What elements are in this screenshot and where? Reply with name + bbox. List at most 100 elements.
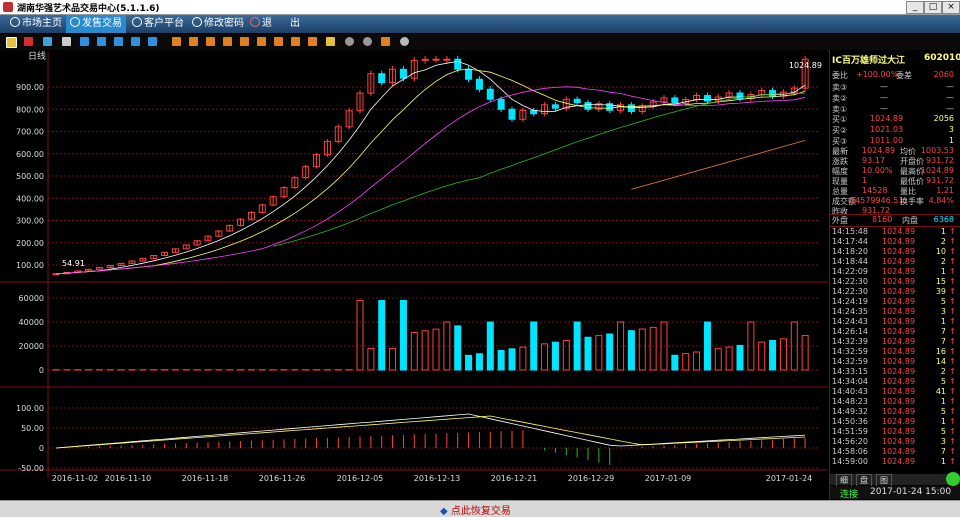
ytick-label: 50.00 [21, 424, 44, 433]
ytick-label: -50.00 [18, 464, 44, 473]
key-icon [192, 17, 202, 27]
candle [476, 79, 482, 89]
restore-icon: ◆ [440, 506, 451, 517]
period-5-icon[interactable] [97, 37, 106, 46]
restore-trade-link[interactable]: ◆ 点此恢复交易 [440, 502, 511, 517]
ytick-label: 60000 [19, 294, 44, 303]
volume-bar [737, 345, 743, 370]
candle [770, 91, 776, 97]
xtick-label: 2016-12-21 [491, 474, 538, 483]
reset-icon[interactable] [381, 37, 390, 46]
note-icon[interactable] [326, 37, 335, 46]
period-60-icon[interactable] [148, 37, 157, 46]
menu-exit-2[interactable]: 出 [286, 15, 304, 33]
menu-bar: 市场主页 发售交易 客户平台 修改密码 退 出 [0, 15, 960, 33]
quote-panel: IC百万雄师过大江 602010 委比 +100.00% 委差 2060 卖③—… [829, 50, 960, 500]
period-1-icon[interactable] [80, 37, 89, 46]
max-price-label: 1024.89 [789, 61, 822, 70]
line-chart-icon[interactable] [24, 37, 33, 46]
window-title: 湖南华强艺术品交易中心(5.1.1.6) [17, 1, 160, 14]
last-icon[interactable] [308, 37, 317, 46]
volume-bar [704, 322, 710, 370]
candle [444, 59, 450, 60]
period-15-icon[interactable] [114, 37, 123, 46]
min-price-label: 54.91 [62, 259, 85, 268]
ytick-label: 0 [39, 444, 44, 453]
ytick-label: 400.00 [16, 194, 44, 203]
globe-icon [10, 17, 20, 27]
datetime: 2017-01-24 15:00 [870, 487, 951, 497]
instrument-header: IC百万雄师过大江 602010 [830, 53, 960, 65]
ytick-label: 100.00 [16, 261, 44, 270]
instrument-name: IC百万雄师过大江 [832, 53, 905, 66]
weibi-row: 委比 +100.00% 委差 2060 [830, 70, 960, 81]
candle [455, 59, 461, 69]
zoom-in-icon[interactable] [345, 37, 354, 46]
menu-change-password[interactable]: 修改密码 [188, 15, 248, 33]
ytick-label: 900.00 [16, 83, 44, 92]
table-icon[interactable] [62, 37, 71, 46]
period-label: 日线 [28, 50, 46, 62]
ytick-label: 600.00 [16, 150, 44, 159]
xtick-label: 2016-11-02 [52, 474, 99, 483]
title-bar: 湖南华强艺术品交易中心(5.1.1.6) _ □ × [0, 0, 960, 15]
ytick-label: 0 [39, 366, 44, 375]
volume-bar [379, 300, 385, 370]
chart-area[interactable]: 日线 100.00200.00300.00400.00500.00600.007… [0, 50, 828, 488]
ytick-label: 500.00 [16, 172, 44, 181]
first-icon[interactable] [291, 37, 300, 46]
week-icon[interactable] [189, 37, 198, 46]
bar-chart-icon[interactable] [6, 37, 17, 48]
candle [672, 98, 678, 104]
candle [585, 103, 591, 110]
maximize-button[interactable]: □ [924, 1, 942, 14]
volume-bar [455, 326, 461, 370]
period-30-icon[interactable] [131, 37, 140, 46]
volume-bar [466, 355, 472, 370]
ytick-label: 100.00 [16, 404, 44, 413]
xtick-label: 2016-12-29 [568, 474, 615, 483]
candle [487, 89, 493, 99]
detail-tabs: 细 盘 图 [830, 474, 960, 485]
menu-issue-trade[interactable]: 发售交易 [66, 15, 126, 33]
xtick-label: 2016-11-18 [182, 474, 229, 483]
tick-row: 14:59:001024.891↑ [830, 457, 960, 468]
move-left-icon[interactable] [257, 37, 266, 46]
month-icon[interactable] [206, 37, 215, 46]
volume-bar [400, 300, 406, 370]
candle [466, 69, 472, 79]
status-row: 连接 2017-01-24 15:00 [830, 486, 960, 499]
gear-icon[interactable] [400, 37, 409, 46]
close-button[interactable]: × [942, 1, 960, 14]
zoom-out-icon[interactable] [363, 37, 372, 46]
move-right-icon[interactable] [274, 37, 283, 46]
globe-icon [132, 17, 142, 27]
toolbar [0, 34, 960, 51]
candle [552, 105, 558, 108]
candle [498, 99, 504, 109]
candle-icon[interactable] [43, 37, 52, 46]
status-badge[interactable] [946, 472, 960, 486]
xtick-label: 2016-12-05 [337, 474, 384, 483]
volume-bar [498, 350, 504, 370]
volume-bar [574, 322, 580, 370]
ytick-label: 20000 [19, 342, 44, 351]
volume-bar [628, 331, 634, 370]
candle [433, 59, 439, 60]
power-icon [250, 17, 260, 27]
ytick-label: 700.00 [16, 128, 44, 137]
menu-market-home[interactable]: 市场主页 [6, 15, 66, 33]
sell-row: 卖②—— [830, 93, 960, 104]
chart-svg[interactable]: 日线 100.00200.00300.00400.00500.00600.007… [0, 50, 828, 488]
minimize-button[interactable]: _ [906, 1, 924, 14]
xtick-label: 2016-12-13 [414, 474, 461, 483]
candle [704, 95, 710, 101]
quarter-icon[interactable] [223, 37, 232, 46]
day-icon[interactable] [172, 37, 181, 46]
menu-client-platform[interactable]: 客户平台 [128, 15, 188, 33]
ytick-label: 800.00 [16, 105, 44, 114]
candle [379, 74, 385, 83]
menu-exit[interactable]: 退 [246, 15, 276, 33]
inout-row: 外盘 8160 内盘 6368 [830, 214, 960, 227]
year-icon[interactable] [240, 37, 249, 46]
